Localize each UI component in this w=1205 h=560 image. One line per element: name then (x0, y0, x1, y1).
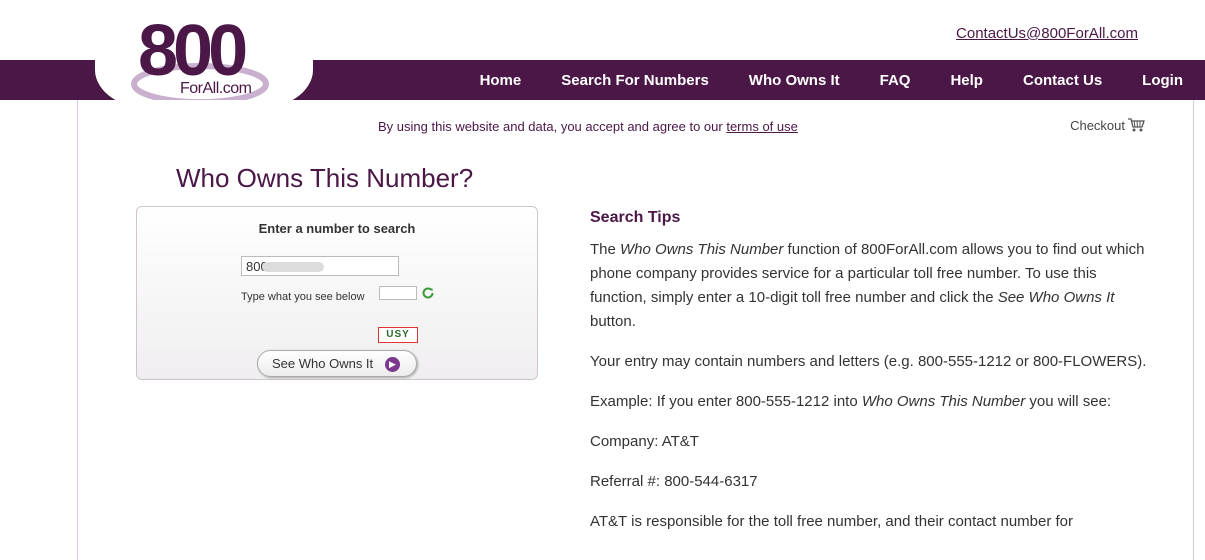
search-form-title: Enter a number to search (258, 221, 416, 236)
search-tips: Search Tips The Who Owns This Number fun… (590, 206, 1150, 550)
checkout-link[interactable]: Checkout (1070, 117, 1145, 133)
captcha-image: USY (378, 327, 418, 343)
see-who-owns-it-button[interactable]: See Who Owns It ▶ (257, 350, 417, 377)
nav-search-for-numbers[interactable]: Search For Numbers (561, 72, 709, 89)
search-tips-heading: Search Tips (590, 209, 681, 226)
tips-p1-em: Who Owns This Number (620, 241, 784, 258)
page-title: Who Owns This Number? (176, 163, 474, 193)
terms-of-use-link[interactable]: terms of use (726, 119, 798, 134)
see-who-owns-it-label: See Who Owns It (272, 356, 374, 371)
terms-notice-text: By using this website and data, you acce… (378, 119, 727, 134)
cart-icon (1128, 118, 1145, 132)
tips-p1-em2: See Who Owns It (997, 289, 1115, 306)
nav-home[interactable]: Home (480, 72, 522, 89)
main-nav: Home Search For Numbers Who Owns It FAQ … (440, 60, 1183, 100)
terms-notice: By using this website and data, you acce… (378, 119, 798, 134)
tips-paragraph-3: Example: If you enter 800-555-1212 into … (590, 390, 1150, 414)
captcha-label: Type what you see below (241, 291, 365, 303)
nav-faq[interactable]: FAQ (880, 72, 911, 89)
tips-p3-text-a: Example: If you enter 800-555-1212 into (590, 393, 862, 410)
nav-contact-us[interactable]: Contact Us (1023, 72, 1102, 89)
tips-paragraph-6: AT&T is responsible for the toll free nu… (590, 513, 1074, 530)
tips-p1-text-c: button. (590, 313, 636, 330)
main-content: By using this website and data, you acce… (77, 100, 1194, 560)
checkout-label: Checkout (1070, 117, 1125, 133)
logo-800-text: 800 (138, 11, 248, 91)
refresh-captcha-icon[interactable] (421, 286, 435, 300)
tips-p3-text-b: you will see: (1025, 393, 1112, 410)
site-logo[interactable]: 800 ForAll.com (95, 0, 313, 110)
tips-paragraph-1: The Who Owns This Number function of 800… (590, 238, 1150, 334)
search-form: Enter a number to search Type what you s… (136, 206, 538, 380)
tips-paragraph-4: Company: AT&T (590, 433, 699, 450)
nav-who-owns-it[interactable]: Who Owns It (749, 72, 840, 89)
captcha-input[interactable] (379, 286, 417, 300)
tips-paragraph-2: Your entry may contain numbers and lette… (590, 353, 1147, 370)
redacted-digits (262, 262, 324, 272)
logo-forall-text: ForAll.com (180, 80, 252, 97)
nav-login[interactable]: Login (1142, 72, 1183, 89)
tips-p1-text-a: The (590, 241, 621, 258)
arrow-right-icon: ▶ (385, 357, 400, 372)
nav-help[interactable]: Help (950, 72, 983, 89)
tips-paragraph-5: Referral #: 800-544-6317 (590, 473, 758, 490)
tips-p3-em: Who Owns This Number (861, 393, 1026, 410)
contact-email-link[interactable]: ContactUs@800ForAll.com (956, 25, 1138, 42)
